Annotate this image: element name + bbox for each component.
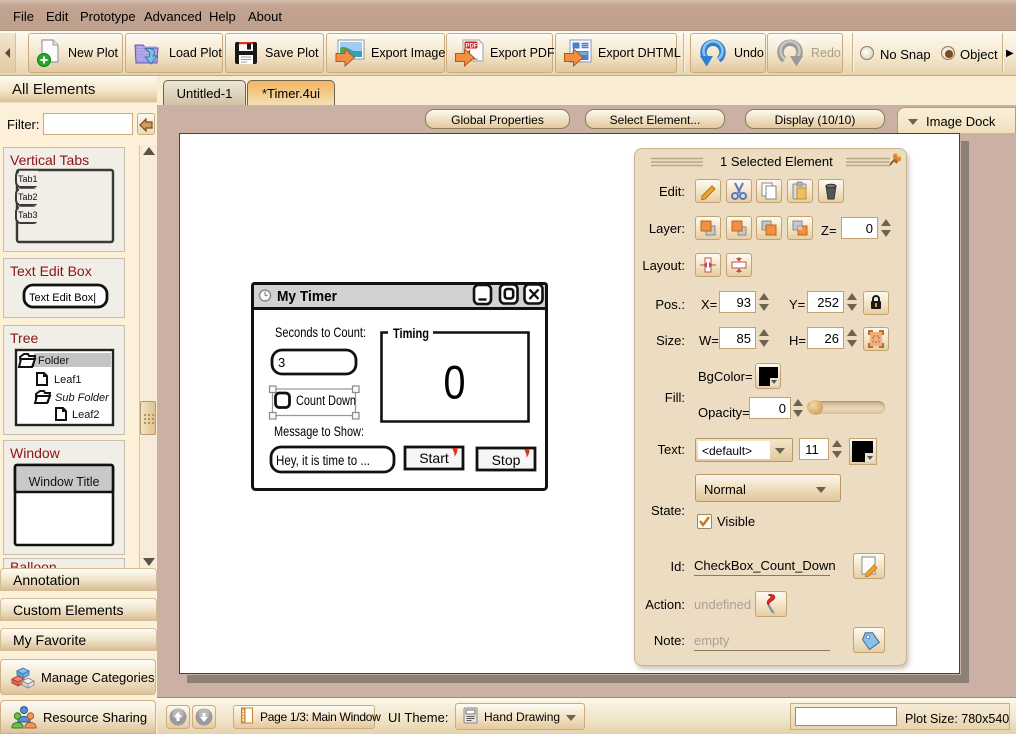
svg-text:Window Title: Window Title [29, 475, 100, 489]
svg-text:Sub Folder: Sub Folder [55, 392, 110, 404]
svg-text:Count Down: Count Down [296, 393, 356, 408]
svg-text:Folder: Folder [38, 355, 70, 367]
svg-text:Tab3: Tab3 [18, 210, 38, 220]
svg-text:3: 3 [278, 355, 285, 370]
svg-text:PDF: PDF [466, 44, 478, 50]
svg-text:Message to Show:: Message to Show: [274, 423, 364, 439]
svg-text:Hey, it is time to ...: Hey, it is time to ... [276, 453, 370, 468]
svg-text:Tab1: Tab1 [18, 174, 38, 184]
svg-text:Timing: Timing [393, 326, 429, 341]
svg-text:My Timer: My Timer [277, 288, 337, 305]
svg-text:Text Edit Box|: Text Edit Box| [29, 292, 96, 304]
svg-text:0: 0 [444, 356, 466, 409]
svg-text:Stop: Stop [492, 452, 521, 468]
svg-text:Start: Start [419, 450, 449, 466]
svg-text:Leaf2: Leaf2 [72, 409, 100, 421]
svg-text:Leaf1: Leaf1 [54, 374, 82, 386]
svg-text:Seconds to Count:: Seconds to Count: [275, 324, 366, 340]
svg-text:Tab2: Tab2 [18, 192, 38, 202]
